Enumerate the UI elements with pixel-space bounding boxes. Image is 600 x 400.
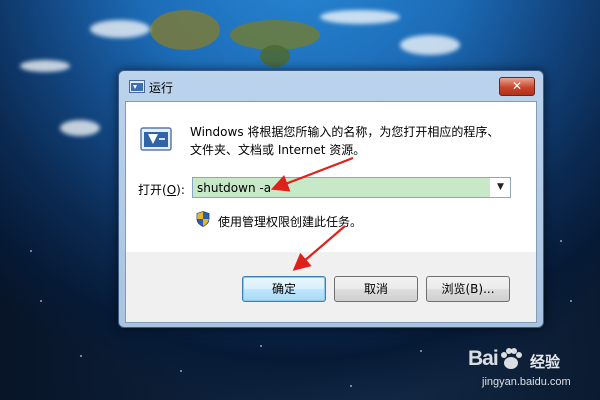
admin-privilege-note: 使用管理权限创建此任务。 — [218, 215, 363, 229]
dialog-body: Windows 将根据您所输入的名称，为您打开相应的程序、 文件夹、文档或 Int… — [125, 101, 537, 323]
cloud — [60, 120, 100, 136]
uac-shield-icon — [196, 211, 210, 227]
title-bar[interactable]: 运行 ✕ — [119, 71, 543, 101]
star — [570, 300, 572, 302]
star — [30, 250, 32, 252]
cloud — [90, 20, 150, 38]
star — [560, 240, 562, 242]
star — [80, 355, 82, 357]
close-button[interactable]: ✕ — [499, 77, 535, 96]
star — [260, 345, 262, 347]
command-input[interactable] — [193, 178, 490, 197]
run-app-icon — [140, 127, 172, 151]
open-label-prefix: 打开( — [138, 183, 167, 197]
cloud — [400, 35, 460, 55]
star — [180, 370, 182, 372]
earth-landmass — [150, 10, 220, 50]
description-line-1: Windows 将根据您所输入的名称，为您打开相应的程序、 — [190, 125, 500, 139]
star — [350, 385, 352, 387]
cloud — [320, 10, 400, 24]
chevron-down-icon[interactable]: ▼ — [491, 178, 510, 197]
command-combobox[interactable]: ▼ — [192, 177, 511, 198]
star — [40, 300, 42, 302]
ok-button[interactable]: 确定 — [242, 276, 326, 302]
run-dialog: 运行 ✕ Windows 将根据您所输入的名称，为您打开相应的程序、 文件夹、文档… — [118, 70, 544, 328]
run-app-icon — [129, 80, 145, 93]
cancel-button[interactable]: 取消 — [334, 276, 418, 302]
open-label: 打开(O): — [138, 181, 185, 198]
open-label-suffix: ): — [176, 183, 185, 197]
open-label-accesskey: O — [166, 183, 177, 197]
dialog-description: Windows 将根据您所输入的名称，为您打开相应的程序、 文件夹、文档或 Int… — [190, 123, 530, 159]
cloud — [20, 60, 70, 72]
star — [420, 350, 422, 352]
browse-button[interactable]: 浏览(B)... — [426, 276, 510, 302]
description-line-2: 文件夹、文档或 Internet 资源。 — [190, 143, 366, 157]
window-title: 运行 — [149, 81, 174, 95]
earth-landmass — [260, 45, 290, 67]
